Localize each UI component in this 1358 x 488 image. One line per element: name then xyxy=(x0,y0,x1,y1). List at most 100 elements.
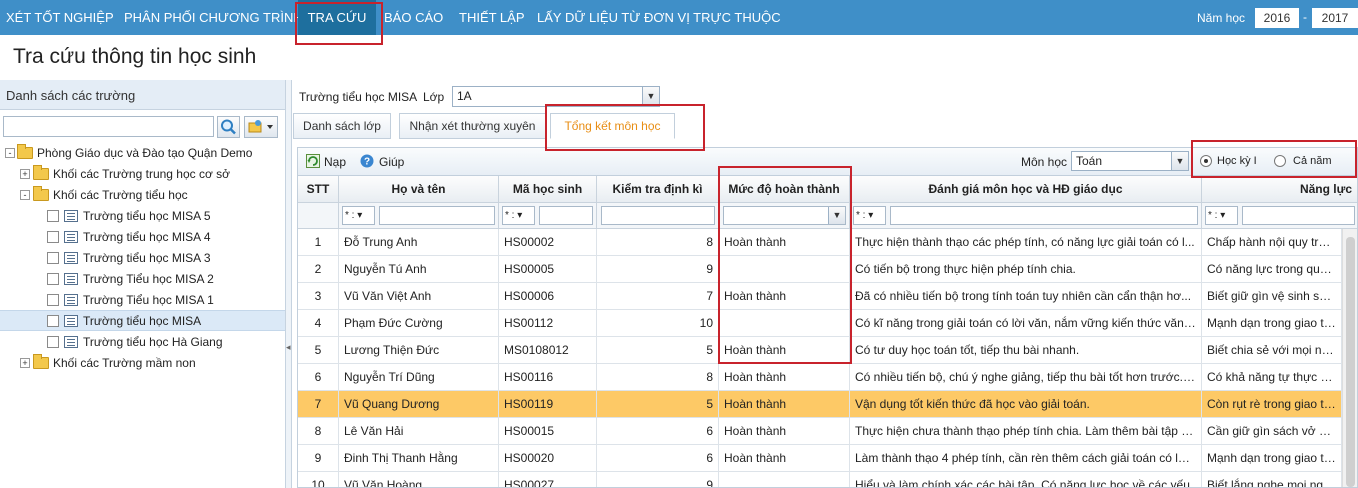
tree-item-school-selected[interactable]: Trường tiểu học MISA xyxy=(0,310,285,331)
cell-level[interactable]: Hoàn thành xyxy=(719,337,850,364)
cell-name[interactable]: Nguyễn Tú Anh xyxy=(339,256,499,283)
cell-code[interactable]: HS00015 xyxy=(499,418,597,445)
help-button[interactable]: Giúp xyxy=(379,155,404,169)
cell-level[interactable] xyxy=(719,256,850,283)
cell-ability[interactable]: Có năng lực trong quản lý xyxy=(1202,256,1342,283)
nav-lay-du-lieu[interactable]: LẤY DỮ LIỆU TỪ ĐƠN VỊ TRỰC THUỘC xyxy=(537,0,781,35)
reload-button[interactable]: Nạp xyxy=(324,155,346,169)
expand-icon[interactable]: + xyxy=(20,358,30,368)
cell-stt[interactable]: 4 xyxy=(298,310,339,337)
cell-level[interactable]: Hoàn thành xyxy=(719,391,850,418)
chevron-down-icon[interactable]: ▼ xyxy=(642,87,659,106)
cell-eval[interactable]: Có kĩ năng trong giải toán có lời văn, n… xyxy=(850,310,1202,337)
filter-level-select[interactable]: ▼ xyxy=(723,206,846,225)
cell-eval[interactable]: Làm thành thạo 4 phép tính, cần rèn thêm… xyxy=(850,445,1202,472)
cell-stt[interactable]: 2 xyxy=(298,256,339,283)
tree-item-school[interactable]: Trường Tiểu học MISA 2 xyxy=(0,269,285,290)
cell-ability[interactable]: Cần giữ gìn sách vở cẩn t xyxy=(1202,418,1342,445)
cell-ability[interactable]: Biết lắng nghe mọi người xyxy=(1202,472,1342,487)
radio-hoc-ky-1[interactable] xyxy=(1200,155,1212,167)
filter-operator[interactable]: * : ▾ xyxy=(853,206,886,225)
filter-operator[interactable]: * : ▾ xyxy=(1205,206,1238,225)
cell-name[interactable]: Vũ Văn Hoàng xyxy=(339,472,499,487)
col-header-eval[interactable]: Đánh giá môn học và HĐ giáo dục xyxy=(850,176,1202,203)
school-checkbox[interactable] xyxy=(47,210,59,222)
cell-stt[interactable]: 7 xyxy=(298,391,339,418)
school-filter-button[interactable] xyxy=(244,116,278,138)
filter-name-input[interactable] xyxy=(379,206,495,225)
help-icon[interactable]: ? xyxy=(360,154,374,168)
refresh-icon[interactable] xyxy=(306,154,320,168)
cell-stt[interactable]: 5 xyxy=(298,337,339,364)
cell-level[interactable]: Hoàn thành xyxy=(719,418,850,445)
cell-score[interactable]: 5 xyxy=(597,391,719,418)
col-header-level[interactable]: Mức độ hoàn thành xyxy=(719,176,850,203)
school-checkbox[interactable] xyxy=(47,231,59,243)
cell-stt[interactable]: 6 xyxy=(298,364,339,391)
col-header-code[interactable]: Mã học sinh xyxy=(499,176,597,203)
cell-score[interactable]: 8 xyxy=(597,364,719,391)
cell-score[interactable]: 9 xyxy=(597,472,719,487)
cell-ability[interactable]: Mạnh dạn trong giao tiếp xyxy=(1202,310,1342,337)
cell-stt[interactable]: 3 xyxy=(298,283,339,310)
cell-eval[interactable]: Thực hiện chưa thành thạo phép tính chia… xyxy=(850,418,1202,445)
filter-code-input[interactable] xyxy=(539,206,593,225)
cell-name[interactable]: Phạm Đức Cường xyxy=(339,310,499,337)
cell-eval[interactable]: Có tiến bộ trong thực hiện phép tính chi… xyxy=(850,256,1202,283)
cell-score[interactable]: 6 xyxy=(597,445,719,472)
nav-bao-cao[interactable]: BÁO CÁO xyxy=(384,0,443,35)
cell-name[interactable]: Nguyễn Trí Dũng xyxy=(339,364,499,391)
class-select[interactable]: 1A ▼ xyxy=(452,86,660,107)
collapse-left-icon[interactable]: ◂ xyxy=(286,342,291,353)
tab-tong-ket-mon-hoc[interactable]: Tổng kết môn học xyxy=(550,113,675,139)
cell-eval[interactable]: Vận dụng tốt kiến thức đã học vào giải t… xyxy=(850,391,1202,418)
cell-level[interactable]: Hoàn thành xyxy=(719,364,850,391)
cell-code[interactable]: HS00005 xyxy=(499,256,597,283)
cell-name[interactable]: Đinh Thị Thanh Hằng xyxy=(339,445,499,472)
year-to-input[interactable]: 2017 xyxy=(1312,8,1358,28)
cell-eval[interactable]: Thực hiện thành thạo các phép tính, có n… xyxy=(850,229,1202,256)
expand-icon[interactable]: + xyxy=(20,169,30,179)
collapse-icon[interactable]: - xyxy=(20,190,30,200)
cell-code[interactable]: HS00119 xyxy=(499,391,597,418)
cell-ability[interactable]: Biết giữ gìn vệ sinh sạch s xyxy=(1202,283,1342,310)
cell-code[interactable]: MS0108012 xyxy=(499,337,597,364)
filter-operator[interactable]: * : ▾ xyxy=(502,206,535,225)
cell-ability[interactable]: Có khả năng tự thực hiện xyxy=(1202,364,1342,391)
cell-level[interactable]: Hoàn thành xyxy=(719,229,850,256)
year-from-input[interactable]: 2016 xyxy=(1255,8,1299,28)
cell-ability[interactable]: Còn rụt rè trong giao tiếp xyxy=(1202,391,1342,418)
cell-level[interactable]: Hoàn thành xyxy=(719,283,850,310)
cell-eval[interactable]: Có tư duy học toán tốt, tiếp thu bài nha… xyxy=(850,337,1202,364)
tree-root[interactable]: - Phòng Giáo dục và Đào tạo Quận Demo xyxy=(0,143,285,164)
tree-item-school[interactable]: Trường tiểu học MISA 3 xyxy=(0,248,285,269)
col-header-ability[interactable]: Năng lực xyxy=(1202,176,1357,203)
school-checkbox[interactable] xyxy=(47,294,59,306)
cell-eval[interactable]: Đã có nhiều tiến bộ trong tính toán tuy … xyxy=(850,283,1202,310)
cell-stt[interactable]: 9 xyxy=(298,445,339,472)
cell-name[interactable]: Lương Thiện Đức xyxy=(339,337,499,364)
tab-danh-sach-lop[interactable]: Danh sách lớp xyxy=(293,113,391,139)
cell-level[interactable] xyxy=(719,310,850,337)
cell-level[interactable]: Hoàn thành xyxy=(719,445,850,472)
tab-nhan-xet-thuong-xuyen[interactable]: Nhận xét thường xuyên xyxy=(399,113,546,139)
school-checkbox[interactable] xyxy=(47,336,59,348)
filter-operator[interactable]: * : ▾ xyxy=(342,206,375,225)
tree-item-mam-non[interactable]: + Khối các Trường mầm non xyxy=(0,353,285,374)
cell-score[interactable]: 7 xyxy=(597,283,719,310)
cell-stt[interactable]: 1 xyxy=(298,229,339,256)
tree-item-tieu-hoc[interactable]: - Khối các Trường tiểu học xyxy=(0,185,285,206)
cell-code[interactable]: HS00112 xyxy=(499,310,597,337)
cell-score[interactable]: 9 xyxy=(597,256,719,283)
cell-code[interactable]: HS00020 xyxy=(499,445,597,472)
cell-code[interactable]: HS00002 xyxy=(499,229,597,256)
cell-name[interactable]: Đỗ Trung Anh xyxy=(339,229,499,256)
cell-name[interactable]: Lê Văn Hải xyxy=(339,418,499,445)
nav-xet-tot-nghiep[interactable]: XÉT TỐT NGHIỆP xyxy=(6,0,114,35)
school-checkbox[interactable] xyxy=(47,252,59,264)
tree-item-school[interactable]: Trường tiểu học Hà Giang xyxy=(0,332,285,353)
nav-thiet-lap[interactable]: THIẾT LẬP xyxy=(459,0,525,35)
tree-item-school[interactable]: Trường tiểu học MISA 4 xyxy=(0,227,285,248)
cell-name[interactable]: Vũ Quang Dương xyxy=(339,391,499,418)
school-checkbox[interactable] xyxy=(47,273,59,285)
